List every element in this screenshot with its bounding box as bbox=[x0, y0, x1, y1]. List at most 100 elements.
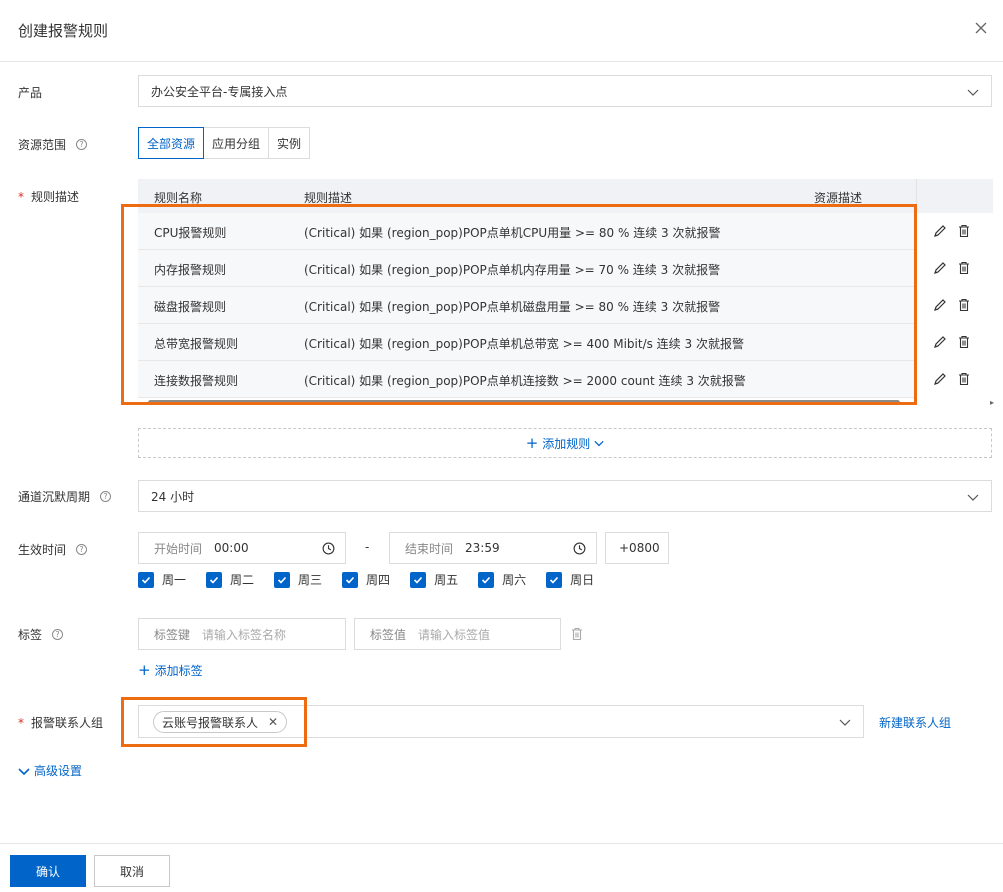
row-actions bbox=[933, 224, 971, 238]
checkbox-checked-icon bbox=[206, 571, 223, 588]
dialog-header: 创建报警规则 bbox=[0, 0, 1003, 62]
checkbox-checked-icon bbox=[342, 571, 359, 588]
delete-icon[interactable] bbox=[957, 298, 971, 312]
day-label: 周二 bbox=[230, 573, 255, 587]
rules-label: * 规则描述 bbox=[18, 189, 80, 205]
start-time-label: 开始时间 bbox=[154, 541, 203, 556]
tag-value-placeholder: 请输入标签值 bbox=[418, 627, 491, 642]
rules-table-header: 规则名称 规则描述 资源描述 bbox=[138, 179, 916, 213]
day-label: 周六 bbox=[502, 573, 527, 587]
new-contact-group-label: 新建联系人组 bbox=[879, 716, 952, 730]
edit-icon[interactable] bbox=[933, 261, 947, 275]
chevron-down-icon bbox=[967, 494, 979, 501]
rule-name: 连接数报警规则 bbox=[154, 374, 239, 388]
remove-chip-icon[interactable]: ✕ bbox=[268, 715, 278, 729]
day-tue-checkbox[interactable]: 周二 bbox=[206, 571, 254, 588]
tag-value-input[interactable]: 标签值 请输入标签值 bbox=[354, 618, 561, 650]
timezone-input[interactable]: +0800 bbox=[605, 532, 669, 564]
row-actions bbox=[933, 298, 971, 312]
delete-icon[interactable] bbox=[957, 261, 971, 275]
col-rule-name: 规则名称 bbox=[154, 191, 203, 205]
add-tag-link[interactable]: + 添加标签 bbox=[138, 661, 203, 679]
day-label: 周一 bbox=[162, 573, 187, 587]
add-rule-label: 添加规则 bbox=[542, 436, 591, 451]
day-wed-checkbox[interactable]: 周三 bbox=[274, 571, 322, 588]
table-row: 连接数报警规则 (Critical) 如果 (region_pop)POP点单机… bbox=[138, 361, 916, 398]
day-thu-checkbox[interactable]: 周四 bbox=[342, 571, 390, 588]
product-select[interactable]: 办公安全平台-专属接入点 bbox=[138, 75, 992, 107]
scope-all-button[interactable]: 全部资源 bbox=[138, 127, 205, 159]
day-label: 周五 bbox=[434, 573, 459, 587]
advanced-settings-toggle[interactable]: 高级设置 bbox=[18, 762, 82, 779]
day-fri-checkbox[interactable]: 周五 bbox=[410, 571, 458, 588]
tag-value-label: 标签值 bbox=[370, 627, 407, 642]
chevron-down-icon bbox=[967, 89, 979, 96]
delete-icon[interactable] bbox=[957, 372, 971, 386]
delete-icon[interactable] bbox=[957, 335, 971, 349]
start-time-input[interactable]: 开始时间 00:00 bbox=[138, 532, 346, 564]
day-mon-checkbox[interactable]: 周一 bbox=[138, 571, 186, 588]
scope-group-button[interactable]: 应用分组 bbox=[203, 127, 270, 159]
edit-icon[interactable] bbox=[933, 335, 947, 349]
rule-desc: (Critical) 如果 (region_pop)POP点单机连接数 >= 2… bbox=[304, 374, 746, 388]
rules-table: 规则名称 规则描述 资源描述 CPU报警规则 (Critical) 如果 (re… bbox=[138, 179, 994, 407]
delete-icon[interactable] bbox=[957, 224, 971, 238]
table-row: 总带宽报警规则 (Critical) 如果 (region_pop)POP点单机… bbox=[138, 324, 916, 361]
edit-icon[interactable] bbox=[933, 224, 947, 238]
help-icon[interactable]: ? bbox=[52, 629, 64, 640]
tag-key-placeholder: 请输入标签名称 bbox=[202, 627, 287, 642]
edit-icon[interactable] bbox=[933, 372, 947, 386]
resource-scope-segmented: 全部资源 应用分组 实例 bbox=[138, 127, 311, 159]
help-icon[interactable]: ? bbox=[76, 139, 88, 150]
new-contact-group-link[interactable]: 新建联系人组 bbox=[879, 714, 951, 731]
rule-desc: (Critical) 如果 (region_pop)POP点单机CPU用量 >=… bbox=[304, 226, 721, 240]
scope-instance-button[interactable]: 实例 bbox=[268, 127, 311, 159]
plus-icon: + bbox=[138, 661, 151, 679]
col-resource-desc: 资源描述 bbox=[814, 191, 863, 205]
time-separator: - bbox=[365, 540, 370, 554]
horizontal-scrollbar[interactable] bbox=[148, 400, 900, 405]
checkbox-checked-icon bbox=[138, 571, 154, 588]
silence-select[interactable]: 24 小时 bbox=[138, 480, 992, 512]
rule-name: 总带宽报警规则 bbox=[154, 337, 239, 351]
row-actions bbox=[933, 372, 971, 386]
delete-icon[interactable] bbox=[570, 627, 584, 641]
confirm-button[interactable]: 确认 bbox=[10, 855, 86, 887]
advanced-settings-label: 高级设置 bbox=[34, 764, 83, 778]
plus-icon: + bbox=[525, 434, 539, 452]
day-sat-checkbox[interactable]: 周六 bbox=[478, 571, 526, 588]
day-label: 周三 bbox=[298, 573, 323, 587]
day-sun-checkbox[interactable]: 周日 bbox=[546, 571, 594, 588]
end-time-input[interactable]: 结束时间 23:59 bbox=[389, 532, 597, 564]
required-mark: * bbox=[18, 715, 24, 730]
tag-key-label: 标签键 bbox=[154, 627, 191, 642]
scroll-right-icon[interactable]: ▸ bbox=[990, 398, 994, 407]
row-actions bbox=[933, 261, 971, 275]
start-time-value: 00:00 bbox=[214, 541, 249, 555]
silence-label: 通道沉默周期 ? bbox=[18, 488, 112, 505]
rule-name: 内存报警规则 bbox=[154, 263, 227, 277]
table-row: 内存报警规则 (Critical) 如果 (region_pop)POP点单机内… bbox=[138, 250, 916, 287]
add-rule-button[interactable]: + 添加规则 bbox=[138, 428, 992, 458]
contacts-select[interactable]: 云账号报警联系人 ✕ bbox=[138, 705, 864, 738]
rule-desc: (Critical) 如果 (region_pop)POP点单机内存用量 >= … bbox=[304, 263, 721, 277]
close-icon[interactable] bbox=[973, 20, 989, 36]
contact-chip: 云账号报警联系人 ✕ bbox=[153, 711, 288, 733]
product-value: 办公安全平台-专属接入点 bbox=[151, 84, 288, 99]
cancel-button[interactable]: 取消 bbox=[94, 855, 170, 887]
help-icon[interactable]: ? bbox=[100, 491, 112, 502]
edit-icon[interactable] bbox=[933, 298, 947, 312]
product-label: 产品 bbox=[18, 86, 43, 100]
end-time-value: 23:59 bbox=[465, 541, 500, 555]
help-icon[interactable]: ? bbox=[76, 544, 88, 555]
checkbox-checked-icon bbox=[410, 571, 427, 588]
contact-chip-label: 云账号报警联系人 bbox=[162, 715, 259, 730]
rules-table-header-actions bbox=[916, 179, 993, 213]
chevron-down-icon bbox=[18, 767, 30, 775]
end-time-label: 结束时间 bbox=[405, 541, 454, 556]
rule-name: CPU报警规则 bbox=[154, 226, 227, 240]
table-row: CPU报警规则 (Critical) 如果 (region_pop)POP点单机… bbox=[138, 213, 916, 250]
clock-icon bbox=[573, 542, 586, 555]
checkbox-checked-icon bbox=[478, 571, 495, 588]
tag-key-input[interactable]: 标签键 请输入标签名称 bbox=[138, 618, 346, 650]
